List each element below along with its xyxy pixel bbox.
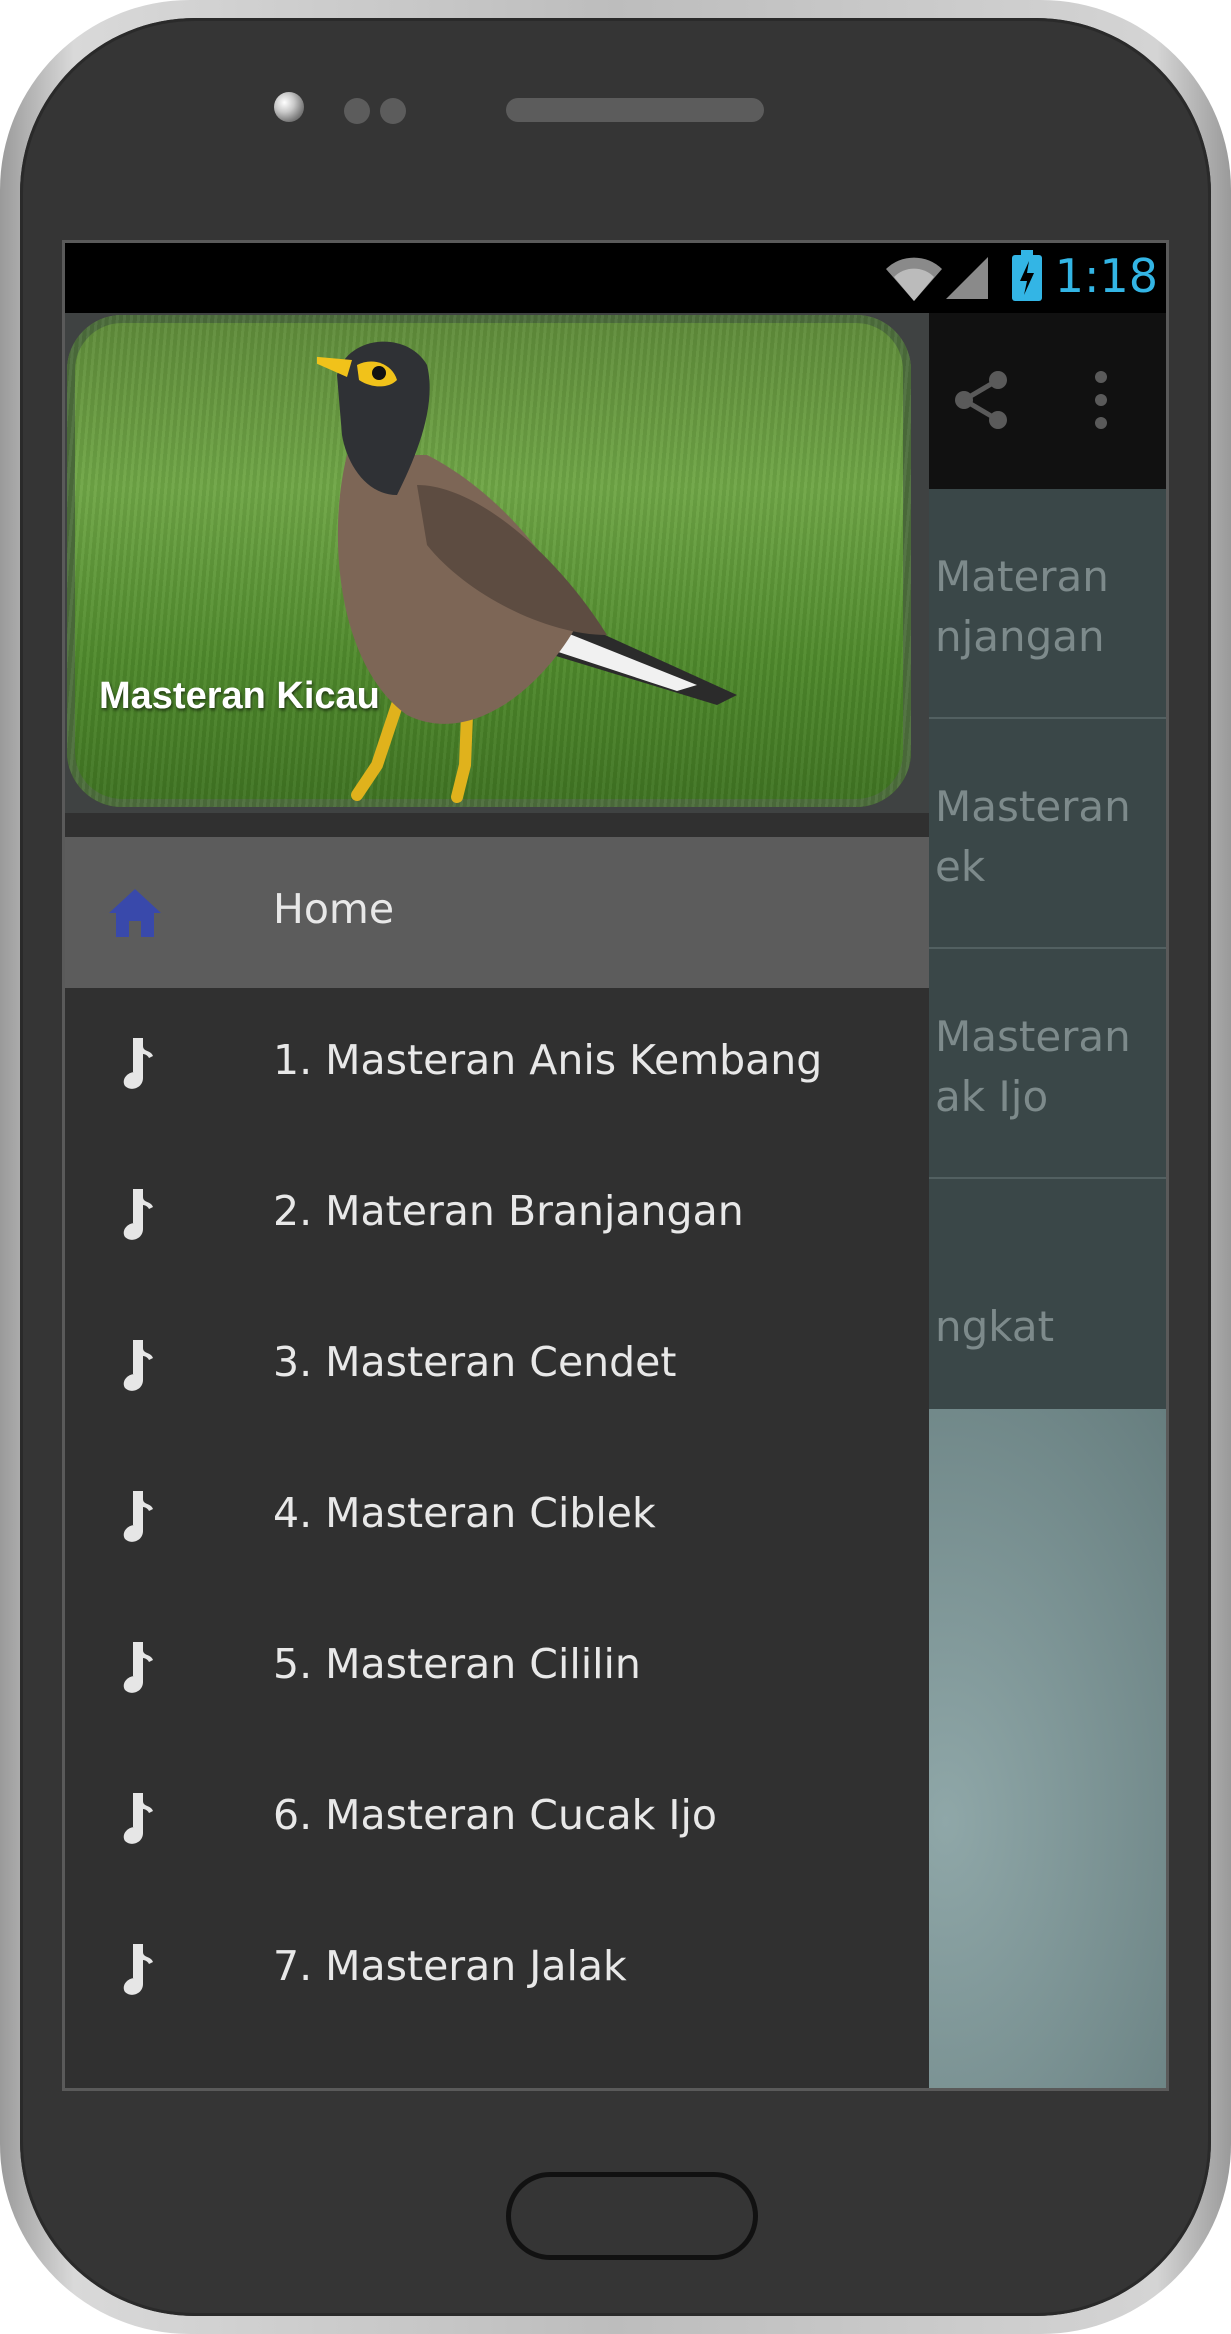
share-icon[interactable] xyxy=(950,368,1014,432)
drawer-item-label: 5. Masteran Cililin xyxy=(273,1640,641,1688)
front-camera xyxy=(274,92,304,122)
drawer-item-branjangan[interactable]: 2. Materan Branjangan xyxy=(65,1139,929,1290)
sensor-dot xyxy=(380,98,406,124)
drawer-menu: Home 1. Masteran Anis Kembang 2. Materan… xyxy=(65,837,929,2045)
drawer-header: Masteran Kicau xyxy=(65,313,929,813)
music-note-icon xyxy=(123,1189,153,1240)
hardware-home-button[interactable] xyxy=(506,2172,758,2260)
list-item-label: ngkat xyxy=(935,1302,1055,1351)
status-bar: 1:18 xyxy=(65,243,1166,313)
myna-bird-image xyxy=(317,341,737,803)
drawer-item-cucak-ijo[interactable]: 6. Masteran Cucak Ijo xyxy=(65,1743,929,1894)
music-note-icon xyxy=(123,1038,153,1089)
music-note-icon xyxy=(123,1642,153,1693)
music-note-icon xyxy=(123,1491,153,1542)
sensor-dot xyxy=(344,98,370,124)
drawer-item-cililin[interactable]: 5. Masteran Cililin xyxy=(65,1592,929,1743)
music-note-icon xyxy=(123,1793,153,1844)
phone-screen: 1:18 Materan njangan Masteran ek Mastera… xyxy=(62,240,1169,2091)
drawer-item-label: 2. Materan Branjangan xyxy=(273,1187,744,1235)
drawer-item-home[interactable]: Home xyxy=(65,837,929,988)
drawer-item-anis-kembang[interactable]: 1. Masteran Anis Kembang xyxy=(65,988,929,1139)
status-time: 1:18 xyxy=(1054,249,1158,303)
drawer-item-jalak[interactable]: 7. Masteran Jalak xyxy=(65,1894,929,2045)
list-item-label: Materan njangan xyxy=(935,552,1109,661)
drawer-item-label: Home xyxy=(273,885,395,933)
list-item-label: Masteran ek xyxy=(935,782,1131,891)
music-note-icon xyxy=(123,1944,153,1995)
drawer-item-label: 7. Masteran Jalak xyxy=(273,1942,627,1990)
drawer-item-label: 6. Masteran Cucak Ijo xyxy=(273,1791,717,1839)
list-item-label: Masteran ak Ijo xyxy=(935,1012,1131,1121)
signal-icon xyxy=(946,257,988,299)
header-bird-photo: Masteran Kicau xyxy=(67,315,911,807)
navigation-drawer: Masteran Kicau Home 1. Masteran Anis Kem… xyxy=(65,313,929,2088)
wifi-icon xyxy=(886,257,942,301)
music-note-icon xyxy=(123,1340,153,1391)
drawer-item-label: 3. Masteran Cendet xyxy=(273,1338,677,1386)
more-options-icon[interactable] xyxy=(1095,371,1109,431)
drawer-item-cendet[interactable]: 3. Masteran Cendet xyxy=(65,1290,929,1441)
home-icon xyxy=(109,889,161,937)
battery-icon xyxy=(1012,250,1042,301)
drawer-item-ciblek[interactable]: 4. Masteran Ciblek xyxy=(65,1441,929,1592)
drawer-item-label: 4. Masteran Ciblek xyxy=(273,1489,656,1537)
earpiece-speaker xyxy=(506,98,764,122)
drawer-item-label: 1. Masteran Anis Kembang xyxy=(273,1036,823,1084)
app-title: Masteran Kicau xyxy=(99,675,380,717)
